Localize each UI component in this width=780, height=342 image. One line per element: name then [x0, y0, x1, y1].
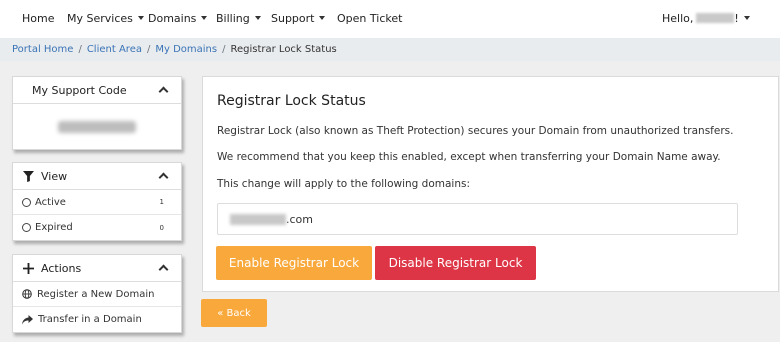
view-filter-count: 0 [159, 223, 164, 232]
support-code-value [13, 104, 181, 149]
view-title: View [41, 169, 68, 183]
breadcrumb-client-area[interactable]: Client Area [87, 44, 142, 55]
view-filter-label: Active [35, 196, 66, 208]
nav-home[interactable]: Home [22, 12, 54, 25]
lock-description: Registrar Lock (also known as Theft Prot… [217, 125, 734, 137]
breadcrumb-separator: / [146, 44, 151, 55]
globe-icon [22, 289, 32, 299]
view-panel: View Active 1 Expired 0 [12, 162, 182, 241]
action-label: Transfer in a Domain [38, 314, 142, 325]
domain-suffix: .com [286, 212, 313, 226]
top-navbar: Home My Services Domains Billing Support… [0, 0, 780, 38]
nav-billing[interactable]: Billing [216, 12, 261, 25]
redacted-username [696, 13, 735, 23]
view-header: View [13, 163, 181, 190]
chevron-up-icon[interactable] [158, 264, 169, 275]
support-code-title: My Support Code [32, 83, 127, 97]
view-filter-label: Expired [35, 222, 73, 233]
hello-prefix: Hello, [662, 12, 694, 25]
action-transfer-domain[interactable]: Transfer in a Domain [13, 307, 181, 332]
support-code-panel: My Support Code [12, 76, 182, 150]
lock-recommendation: We recommend that you keep this enabled,… [217, 151, 721, 163]
caret-down-icon [137, 16, 144, 20]
action-label: Register a New Domain [37, 288, 155, 300]
view-filter-count: 1 [159, 198, 164, 206]
caret-down-icon [319, 16, 326, 20]
breadcrumb: Portal Home / Client Area / My Domains / Regis… [0, 38, 780, 61]
radio-icon[interactable] [22, 197, 31, 207]
breadcrumb-my-domains[interactable]: My Domains [155, 44, 217, 55]
breadcrumb-separator: / [78, 44, 82, 55]
chevron-up-icon[interactable] [158, 86, 169, 97]
chevron-up-icon[interactable] [158, 172, 169, 183]
enable-registrar-lock-button[interactable]: Enable Registrar Lock [216, 246, 372, 280]
caret-down-icon [254, 16, 261, 20]
nav-my-services-label: My Services [67, 12, 133, 25]
breadcrumb-current: Registrar Lock Status [230, 44, 337, 55]
actions-title: Actions [41, 261, 82, 275]
page-title: Registrar Lock Status [217, 93, 366, 109]
user-menu[interactable]: Hello,! [662, 12, 750, 25]
caret-down-icon [743, 16, 750, 20]
disable-registrar-lock-button[interactable]: Disable Registrar Lock [375, 246, 536, 280]
nav-billing-label: Billing [216, 12, 250, 25]
nav-domains[interactable]: Domains [148, 12, 208, 25]
breadcrumb-portal-home[interactable]: Portal Home [12, 44, 73, 55]
domain-list-box: .com [217, 203, 738, 235]
breadcrumb-separator: / [222, 44, 226, 55]
action-register-domain[interactable]: Register a New Domain [13, 282, 181, 307]
nav-support-label: Support [271, 12, 315, 25]
share-arrow-icon [22, 314, 33, 324]
nav-my-services[interactable]: My Services [67, 12, 144, 25]
hello-suffix: ! [734, 12, 739, 25]
nav-support[interactable]: Support [271, 12, 326, 25]
filter-icon [23, 170, 34, 182]
plus-icon [23, 262, 34, 274]
nav-domains-label: Domains [148, 12, 197, 25]
view-filter-active[interactable]: Active 1 [13, 190, 181, 215]
caret-down-icon [201, 16, 208, 20]
nav-open-ticket[interactable]: Open Ticket [337, 12, 402, 25]
view-filter-expired[interactable]: Expired 0 [13, 215, 181, 240]
actions-panel: Actions Register a New Domain Transfer i… [12, 254, 182, 333]
radio-icon[interactable] [22, 223, 31, 232]
actions-header: Actions [13, 255, 181, 282]
redacted-domain-name [230, 213, 286, 225]
redacted-support-code [58, 120, 136, 133]
registrar-lock-card: Registrar Lock Status Registrar Lock (al… [202, 76, 779, 292]
support-code-header: My Support Code [13, 77, 181, 104]
apply-note: This change will apply to the following … [217, 178, 471, 190]
back-button[interactable]: « Back [201, 299, 267, 327]
